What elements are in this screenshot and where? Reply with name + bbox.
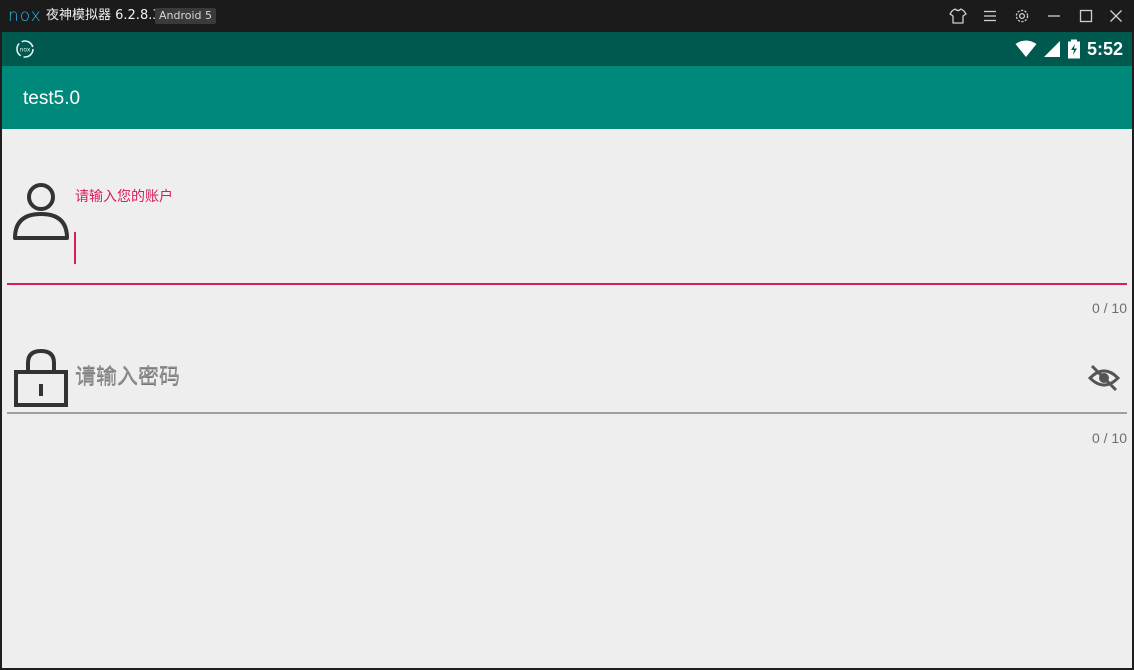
login-form: 请输入您的账户 0 / 10 请输入密码 0 / 10	[2, 129, 1132, 668]
settings-button[interactable]	[1012, 6, 1032, 26]
password-underline	[7, 412, 1127, 414]
minimize-icon	[1048, 15, 1060, 17]
nox-logo: nox	[8, 6, 42, 26]
status-clock: 5:52	[1086, 39, 1123, 59]
account-char-counter: 0 / 10	[1091, 300, 1127, 316]
account-field: 请输入您的账户 0 / 10	[2, 129, 1132, 316]
visibility-off-icon[interactable]	[1088, 362, 1120, 394]
emulator-title: 夜神模拟器 6.2.8.3	[46, 8, 161, 23]
svg-text:nox: nox	[20, 47, 31, 54]
person-icon	[13, 183, 69, 240]
settings-icon	[1015, 9, 1029, 23]
account-underline	[7, 283, 1127, 285]
lock-icon	[14, 349, 68, 407]
cell-signal-icon	[1043, 41, 1060, 57]
status-icons: 5:52	[1015, 37, 1123, 61]
android-screen: nox 5:52 test5.0 请输入您的账户 0 / 10 请输入密码 0 …	[2, 32, 1132, 668]
app-bar: test5.0	[2, 66, 1132, 129]
password-field: 请输入密码 0 / 10	[2, 319, 1132, 449]
menu-button[interactable]	[980, 6, 1000, 26]
android-version-badge: Android 5	[155, 8, 217, 24]
wifi-icon	[1015, 40, 1037, 57]
battery-charging-icon	[1067, 39, 1080, 59]
account-input[interactable]	[75, 232, 1105, 264]
account-floating-label: 请输入您的账户	[75, 189, 173, 205]
app-title: test5.0	[23, 88, 81, 109]
nox-assistant-icon[interactable]: nox	[15, 39, 35, 59]
menu-icon	[984, 10, 996, 22]
password-char-counter: 0 / 10	[1091, 430, 1127, 446]
skin-button[interactable]	[948, 6, 968, 26]
status-bar: nox 5:52	[2, 32, 1132, 66]
skin-icon	[949, 8, 967, 24]
close-button[interactable]	[1106, 6, 1126, 26]
text-cursor	[74, 232, 76, 264]
close-icon	[1110, 10, 1122, 22]
maximize-icon	[1079, 9, 1093, 23]
maximize-button[interactable]	[1076, 6, 1096, 26]
minimize-button[interactable]	[1044, 6, 1064, 26]
emulator-titlebar: nox 夜神模拟器 6.2.8.3 Android 5	[0, 0, 1134, 32]
password-input[interactable]	[75, 359, 1055, 395]
password-placeholder: 请输入密码	[75, 364, 180, 388]
